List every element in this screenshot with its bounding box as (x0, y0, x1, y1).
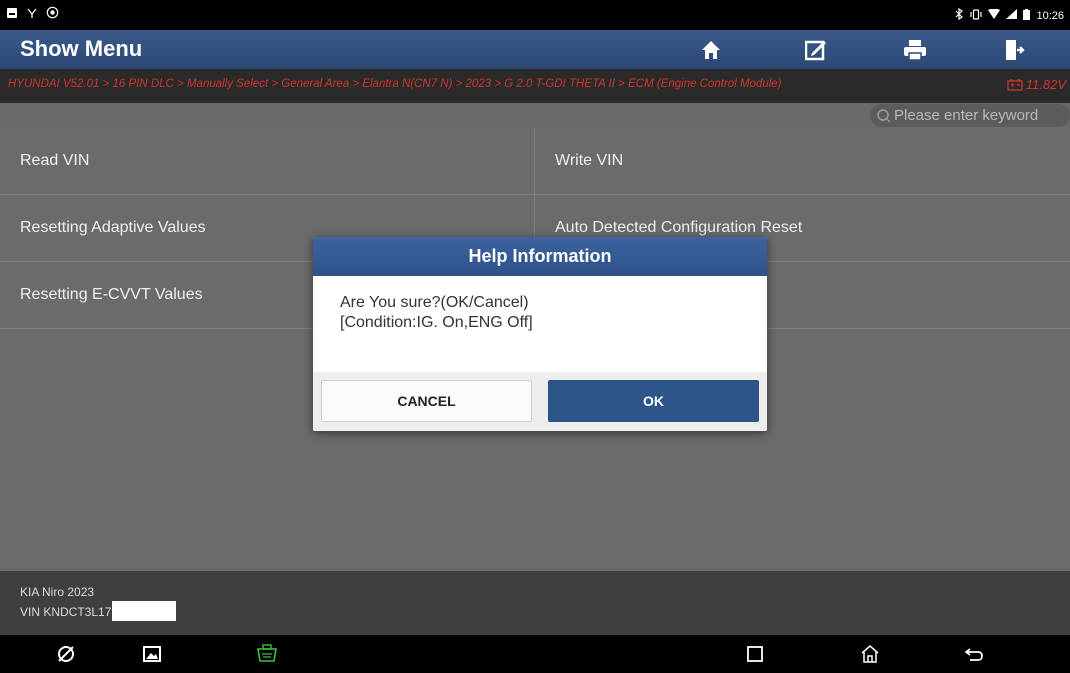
usb-debug-icon (26, 7, 38, 22)
vibrate-icon (970, 8, 983, 23)
breadcrumb-path: HYUNDAI V52.01 > 16 PIN DLC > Manually S… (8, 78, 782, 90)
vci-button[interactable] (247, 635, 287, 673)
home-icon (702, 40, 720, 59)
print-icon (904, 39, 926, 60)
gallery-icon (143, 646, 161, 662)
vin-redaction (112, 601, 177, 621)
clock: 10:26 (1036, 9, 1064, 22)
bluetooth-icon (955, 7, 964, 23)
gallery-button[interactable] (132, 635, 172, 673)
vehicle-model: KIA Niro 2023 (20, 585, 95, 599)
home-button[interactable] (676, 30, 746, 69)
home-nav-button[interactable] (850, 635, 890, 673)
menu-item-label: Resetting Adaptive Values (20, 219, 206, 236)
signal-icon (1006, 9, 1018, 22)
search-input[interactable]: Please enter keyword (870, 104, 1070, 127)
edit-button[interactable] (781, 30, 851, 69)
menu-item-label: Resetting E-CVVT Values (20, 286, 203, 303)
exit-button[interactable] (980, 30, 1050, 69)
search-bar: Please enter keyword (0, 103, 1070, 128)
car-battery-icon (1007, 78, 1023, 91)
menu-item-read-vin[interactable]: Read VIN (0, 128, 535, 195)
back-button[interactable] (954, 635, 994, 673)
browser-button[interactable] (46, 635, 86, 673)
search-icon (877, 108, 891, 123)
print-button[interactable] (880, 30, 950, 69)
edit-icon (805, 40, 826, 60)
menu-item-label: Read VIN (20, 152, 90, 169)
dialog-message: Are You sure?(OK/Cancel) [Condition:IG. … (340, 293, 533, 333)
voltage-value: 11.82V (1025, 77, 1066, 92)
voltage-indicator: 11.82V (1007, 77, 1066, 92)
system-nav-bar (0, 635, 1070, 673)
menu-item-write-vin[interactable]: Write VIN (535, 128, 1070, 195)
search-placeholder: Please enter keyword (894, 107, 1039, 124)
vehicle-info: KIA Niro 2023 VIN KNDCT3L17 (0, 571, 1070, 635)
vci-connector-icon (257, 644, 277, 662)
status-bar: 10:26 (0, 0, 1070, 30)
dialog-message-line1: Are You sure?(OK/Cancel) (340, 294, 529, 311)
dialog-actions: CANCEL OK (313, 372, 767, 431)
page-title: Show Menu (20, 36, 143, 61)
battery-icon (1023, 8, 1031, 23)
ok-button[interactable]: OK (548, 380, 759, 422)
menu-item-label: Auto Detected Configuration Reset (555, 219, 803, 236)
exit-icon (1006, 39, 1025, 60)
menu-item-label: Write VIN (555, 152, 624, 169)
bug-icon (46, 6, 59, 22)
browser-icon (58, 646, 74, 662)
wifi-icon (988, 8, 1001, 22)
app-header: Show Menu (0, 30, 1070, 69)
help-information-dialog: Help Information Are You sure?(OK/Cancel… (313, 237, 767, 431)
dialog-message-line2: [Condition:IG. On,ENG Off] (340, 314, 533, 331)
recents-button[interactable] (735, 635, 775, 673)
breadcrumb: HYUNDAI V52.01 > 16 PIN DLC > Manually S… (0, 69, 1070, 103)
back-icon (964, 648, 983, 661)
cancel-button[interactable]: CANCEL (321, 380, 532, 422)
notification-icon (6, 7, 18, 22)
home-nav-icon (861, 645, 879, 663)
vehicle-vin: VIN KNDCT3L17 (20, 605, 112, 619)
dialog-title: Help Information (313, 237, 767, 276)
recents-icon (747, 646, 763, 662)
